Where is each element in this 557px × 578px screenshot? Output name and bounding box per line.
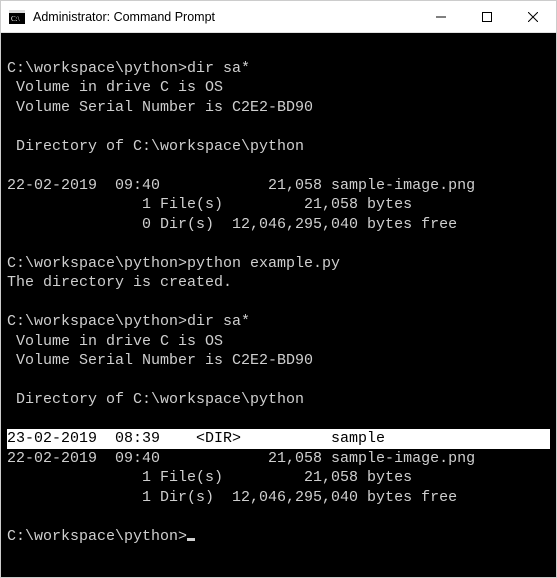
window-controls xyxy=(418,1,556,32)
close-button[interactable] xyxy=(510,1,556,33)
cmd-icon: C:\ xyxy=(9,9,25,25)
terminal-line: Directory of C:\workspace\python xyxy=(7,390,550,410)
terminal-blank-line xyxy=(7,234,550,254)
terminal-line: Volume in drive C is OS xyxy=(7,78,550,98)
terminal-line: Volume in drive C is OS xyxy=(7,332,550,352)
terminal-blank-line xyxy=(7,293,550,313)
terminal-blank-line xyxy=(7,156,550,176)
terminal-blank-line xyxy=(7,507,550,527)
terminal-line: 22-02-2019 09:40 21,058 sample-image.png xyxy=(7,449,550,469)
terminal-blank-line xyxy=(7,410,550,430)
terminal-line: Volume Serial Number is C2E2-BD90 xyxy=(7,98,550,118)
terminal-blank-line xyxy=(7,371,550,391)
terminal-line: C:\workspace\python>dir sa* xyxy=(7,312,550,332)
terminal-line: Volume Serial Number is C2E2-BD90 xyxy=(7,351,550,371)
maximize-button[interactable] xyxy=(464,1,510,33)
terminal-blank-line xyxy=(7,117,550,137)
terminal-line: The directory is created. xyxy=(7,273,550,293)
terminal-blank-line xyxy=(7,39,550,59)
terminal-line: 1 File(s) 21,058 bytes xyxy=(7,195,550,215)
window-titlebar: C:\ Administrator: Command Prompt xyxy=(1,1,556,33)
terminal-line: C:\workspace\python>dir sa* xyxy=(7,59,550,79)
terminal-line: 1 File(s) 21,058 bytes xyxy=(7,468,550,488)
terminal-line: 1 Dir(s) 12,046,295,040 bytes free xyxy=(7,488,550,508)
terminal-line: Directory of C:\workspace\python xyxy=(7,137,550,157)
window-title: Administrator: Command Prompt xyxy=(33,10,418,24)
terminal-line: C:\workspace\python>python example.py xyxy=(7,254,550,274)
terminal-area[interactable]: C:\workspace\python>dir sa* Volume in dr… xyxy=(1,33,556,577)
svg-text:C:\: C:\ xyxy=(11,15,20,23)
minimize-button[interactable] xyxy=(418,1,464,33)
terminal-highlighted-line: 23-02-2019 08:39 <DIR> sample xyxy=(7,429,550,449)
terminal-prompt: C:\workspace\python> xyxy=(7,527,550,547)
cursor xyxy=(187,538,195,541)
terminal-line: 0 Dir(s) 12,046,295,040 bytes free xyxy=(7,215,550,235)
terminal-line: 22-02-2019 09:40 21,058 sample-image.png xyxy=(7,176,550,196)
